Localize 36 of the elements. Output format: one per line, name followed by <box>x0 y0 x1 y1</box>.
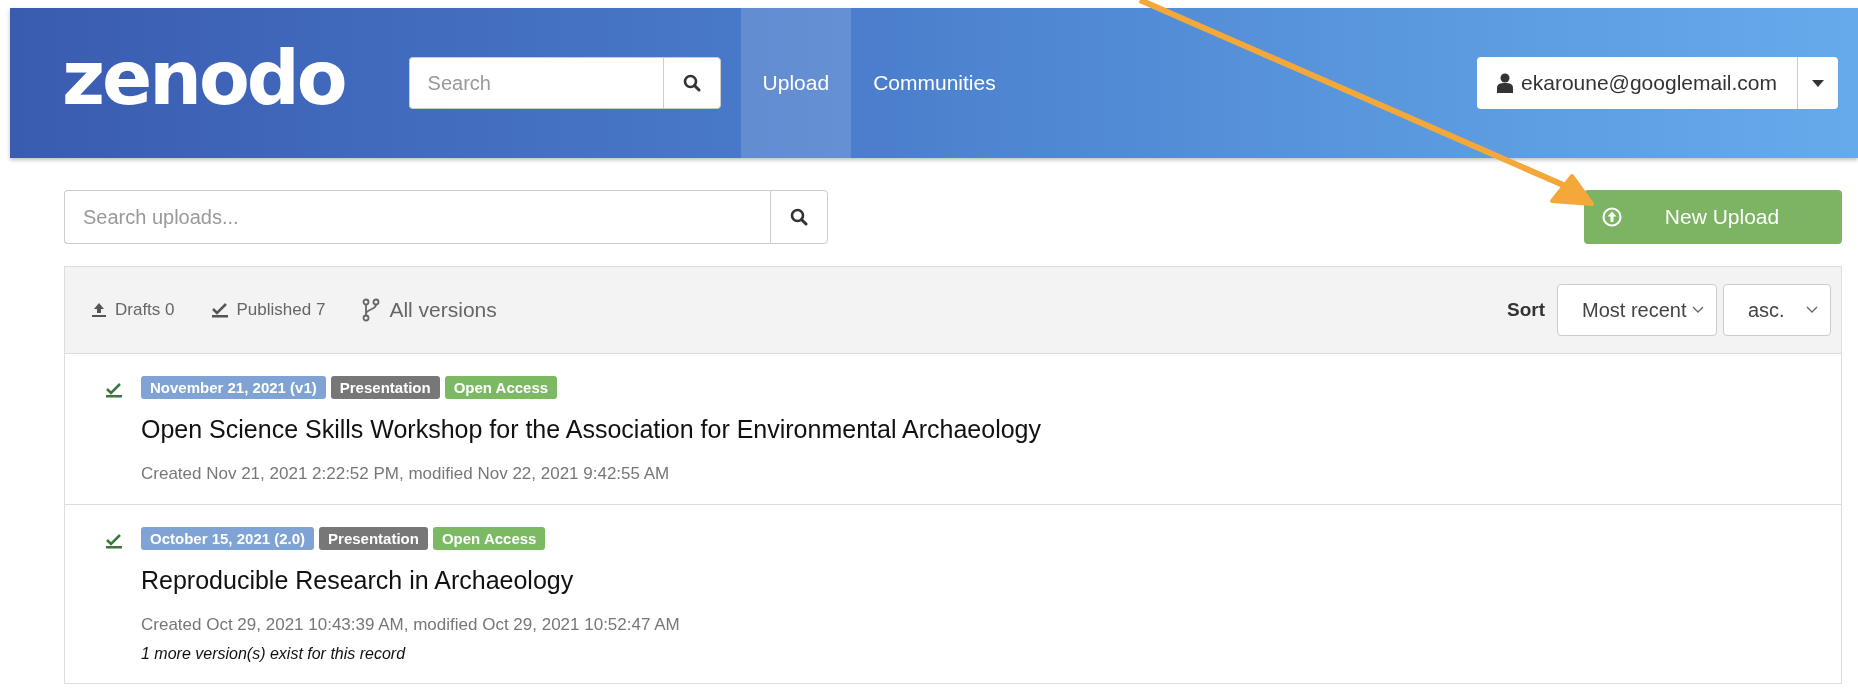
caret-icon <box>1812 79 1824 87</box>
chevron-icon <box>1806 306 1818 314</box>
branch-icon <box>361 298 382 322</box>
record-dates: Created Nov 21, 2021 2:22:52 PM, modified Nov 22, 2021 9:42:55 AM <box>141 464 671 484</box>
filter-link[interactable]: Published 7 <box>210 300 326 320</box>
date-badge: October 15, 2021 (2.0) <box>141 527 315 550</box>
type-badge: Presentation <box>319 527 428 550</box>
nav-tab[interactable]: Communities <box>851 8 1018 158</box>
checkmark-icon <box>210 302 229 318</box>
sort-field-select[interactable]: Most recent <box>1557 284 1717 336</box>
upload-icon <box>91 302 107 318</box>
type-badge: Presentation <box>330 376 440 399</box>
sort-order-select[interactable]: asc. <box>1723 284 1831 336</box>
sort-label: Sort <box>1507 299 1545 321</box>
filter-link[interactable]: All versions <box>361 298 497 322</box>
checkmark-icon <box>105 533 123 549</box>
logo[interactable]: zenodo <box>62 41 345 125</box>
search-icon <box>682 74 701 92</box>
checkmark-icon <box>105 382 123 398</box>
search-button[interactable] <box>770 190 828 244</box>
search-field[interactable]: Search <box>408 57 663 109</box>
search-icon <box>790 208 808 226</box>
access-badge: Open Access <box>432 527 546 550</box>
search-button[interactable] <box>662 57 721 109</box>
access-badge: Open Access <box>444 376 558 399</box>
filter-link[interactable]: Drafts 0 <box>91 300 175 320</box>
uploads-search-field[interactable]: Search uploads... <box>64 190 770 244</box>
nav-tab[interactable]: Upload <box>740 8 852 158</box>
upload-circle-icon <box>1602 207 1622 227</box>
user-icon <box>1497 73 1514 93</box>
chevron-icon <box>1692 306 1704 314</box>
record-title[interactable]: Reproducible Research in Archaeology <box>141 566 680 595</box>
date-badge: November 21, 2021 (v1) <box>141 376 326 399</box>
version-note: 1 more version(s) exist for this record <box>141 645 407 663</box>
record-title[interactable]: Open Science Skills Workshop for the Association for Environmental Archaeology <box>141 415 1041 444</box>
record-dates: Created Oct 29, 2021 10:43:39 AM, modified Oct 29, 2021 10:52:47 AM <box>141 615 680 635</box>
